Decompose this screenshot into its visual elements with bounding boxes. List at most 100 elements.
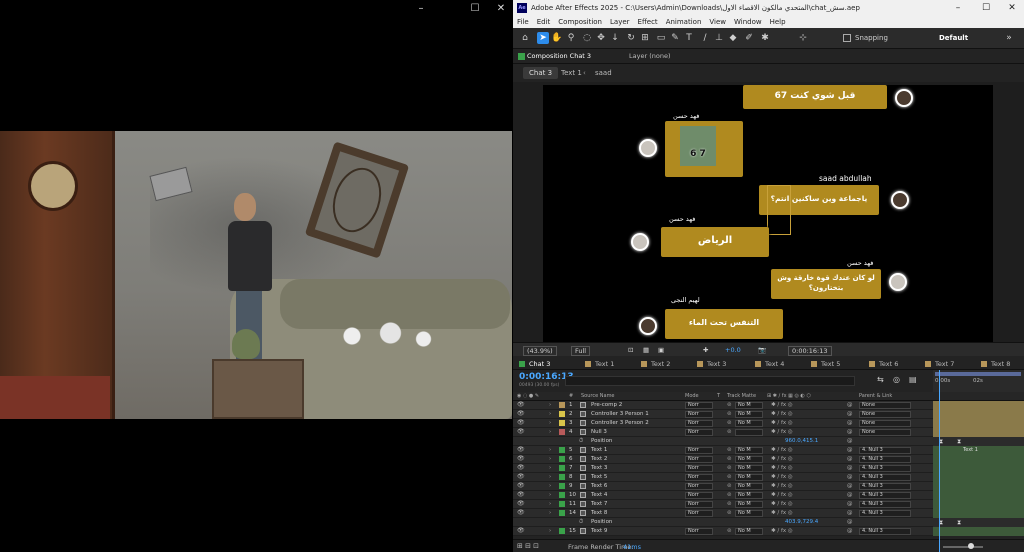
menu-help[interactable]: Help <box>766 16 790 28</box>
pick-whip-icon[interactable]: @ <box>847 402 853 409</box>
layer-label-color[interactable] <box>559 510 565 516</box>
switch-icons[interactable]: ✱ ∕ fx ◎ <box>771 429 793 436</box>
switch-icons[interactable]: ✱ ∕ fx ◎ <box>771 465 793 472</box>
layer-name[interactable]: Text 8 <box>591 510 607 517</box>
property-value[interactable]: 960.0,415.1 <box>785 438 818 445</box>
layer-name[interactable]: Text 7 <box>591 501 607 508</box>
parent-link-dropdown[interactable]: 4. Null 3 <box>859 474 911 481</box>
link-icon[interactable]: ⊚ <box>727 501 732 508</box>
pick-whip-icon[interactable]: @ <box>847 411 853 418</box>
blend-mode-dropdown[interactable]: Norr <box>685 447 713 454</box>
switch-icons[interactable]: ✱ ∕ fx ◎ <box>771 501 793 508</box>
parent-link-dropdown[interactable]: 4. Null 3 <box>859 447 911 454</box>
menu-composition[interactable]: Composition <box>554 16 606 28</box>
maximize-button[interactable]: ☐ <box>973 0 999 16</box>
track-matte-dropdown[interactable]: No M <box>735 465 763 472</box>
layer-duration-bar[interactable] <box>933 446 1024 455</box>
track-matte-dropdown[interactable]: No M <box>735 483 763 490</box>
menu-view[interactable]: View <box>705 16 730 28</box>
layer-name[interactable]: Pre-comp 2 <box>591 402 622 409</box>
orbit-icon[interactable]: ◌ <box>581 32 593 44</box>
tab-composition-chat3[interactable]: Composition Chat 3 <box>527 52 591 60</box>
home-icon[interactable]: ⌂ <box>519 32 531 44</box>
comp-flowchart-icon[interactable]: ⇆ <box>877 375 884 384</box>
switch-icons[interactable]: ✱ ∕ fx ◎ <box>771 474 793 481</box>
layer-name[interactable]: Text 9 <box>591 528 607 535</box>
expand-chevron-icon[interactable]: › <box>549 420 551 427</box>
track-matte-dropdown[interactable]: No M <box>735 456 763 463</box>
clone-stamp-icon[interactable]: ⊥ <box>713 32 725 44</box>
minimize-button[interactable]: – <box>406 2 436 16</box>
layer-name[interactable]: Text 4 <box>591 492 607 499</box>
visibility-eye-icon[interactable]: 👁 <box>517 501 525 507</box>
menu-layer[interactable]: Layer <box>606 16 634 28</box>
pick-whip-icon[interactable]: @ <box>847 420 853 427</box>
parent-link-dropdown[interactable]: 4. Null 3 <box>859 501 911 508</box>
table-row[interactable]: 👁 › 1 Pre-comp 2 Norr ⊚ No M ✱ ∕ fx ◎ @ None <box>513 401 1024 410</box>
snapping-checkbox[interactable] <box>843 34 851 42</box>
visibility-eye-icon[interactable]: 👁 <box>517 483 525 489</box>
blend-mode-dropdown[interactable]: Norr <box>685 411 713 418</box>
tab-chat3[interactable]: Chat 3 <box>519 359 550 369</box>
blend-mode-dropdown[interactable]: Norr <box>685 402 713 409</box>
timeline-zoom-slider[interactable] <box>943 546 983 548</box>
type-icon[interactable]: T <box>683 32 695 44</box>
table-row[interactable]: 👁 › 15 Text 9 Norr ⊚ No M ✱ ∕ fx ◎ @4. Null 3 <box>513 527 1024 536</box>
eraser-icon[interactable]: ◆ <box>727 32 739 44</box>
column-track-matte[interactable]: Track Matte <box>727 393 756 400</box>
expand-chevron-icon[interactable]: › <box>549 465 551 472</box>
pick-whip-icon[interactable]: @ <box>847 519 853 526</box>
expand-chevron-icon[interactable]: › <box>549 510 551 517</box>
tab-text6[interactable]: Text 6 <box>869 359 898 369</box>
property-row[interactable]: ⏱ Position 403.9,729.4 @ ⧗ ⧗ <box>513 518 1024 527</box>
layer-label-color[interactable] <box>559 402 565 408</box>
timeline-zoom-knob[interactable] <box>968 543 974 549</box>
property-row[interactable]: ⏱ Position 960.0,415.1 @ ⧗ ⧗ <box>513 437 1024 446</box>
track-matte-dropdown[interactable]: No M <box>735 510 763 517</box>
stopwatch-icon[interactable]: ⏱ <box>579 519 583 526</box>
switch-icons[interactable]: ✱ ∕ fx ◎ <box>771 456 793 463</box>
blend-mode-dropdown[interactable]: Norr <box>685 456 713 463</box>
pick-whip-icon[interactable]: @ <box>847 429 853 436</box>
switch-icons[interactable]: ✱ ∕ fx ◎ <box>771 483 793 490</box>
keyframe-icon[interactable]: ⧗ <box>957 438 961 446</box>
column-parent-link[interactable]: Parent & Link <box>859 393 892 400</box>
keyframe-track[interactable]: ⧗ ⧗ <box>933 437 1024 446</box>
menu-window[interactable]: Window <box>730 16 766 28</box>
pick-whip-icon[interactable]: @ <box>847 501 853 508</box>
region-of-interest-icon[interactable]: ⊡ <box>628 346 633 354</box>
property-value[interactable]: 403.9,729.4 <box>785 519 818 526</box>
parent-link-dropdown[interactable]: 4. Null 3 <box>859 465 911 472</box>
keyframe-track[interactable]: ⧗ ⧗ <box>933 518 1024 527</box>
expand-chevron-icon[interactable]: › <box>549 402 551 409</box>
tab-text1[interactable]: Text 1 <box>585 359 614 369</box>
parent-link-dropdown[interactable]: None <box>859 411 911 418</box>
pan-behind-icon[interactable]: ⊞ <box>639 32 651 44</box>
blend-mode-dropdown[interactable]: Norr <box>685 492 713 499</box>
chat-bubble[interactable]: الرياض <box>661 227 769 257</box>
layer-name[interactable]: Controller 3 Person 2 <box>591 420 649 427</box>
close-button[interactable]: ✕ <box>486 2 516 16</box>
expand-chevron-icon[interactable]: › <box>549 429 551 436</box>
puppet-icon[interactable]: ✱ <box>759 32 771 44</box>
video-frame[interactable] <box>0 131 512 419</box>
expand-chevron-icon[interactable]: › <box>549 447 551 454</box>
link-icon[interactable]: ⊚ <box>727 447 732 454</box>
visibility-eye-icon[interactable]: 👁 <box>517 474 525 480</box>
link-icon[interactable]: ⊚ <box>727 528 732 535</box>
switch-icons[interactable]: ✱ ∕ fx ◎ <box>771 528 793 535</box>
blend-mode-dropdown[interactable]: Norr <box>685 510 713 517</box>
blend-mode-dropdown[interactable]: Norr <box>685 528 713 535</box>
layer-label-color[interactable] <box>559 528 565 534</box>
work-area-bar[interactable] <box>935 372 1021 376</box>
expand-chevron-icon[interactable]: › <box>549 528 551 535</box>
layer-name[interactable]: Null 3 <box>591 429 607 436</box>
switch-icons[interactable]: ✱ ∕ fx ◎ <box>771 420 793 427</box>
breadcrumb-chat3[interactable]: Chat 3 <box>523 67 559 79</box>
composition-viewer[interactable]: قبل شوي كنت 67 فهد حسن 6 7 saad abdullah… <box>513 82 1024 342</box>
visibility-eye-icon[interactable]: 👁 <box>517 420 525 426</box>
pick-whip-icon[interactable]: @ <box>847 510 853 517</box>
layer-duration-bar[interactable] <box>933 428 1024 437</box>
tab-text2[interactable]: Text 2 <box>641 359 670 369</box>
layer-label-color[interactable] <box>559 474 565 480</box>
